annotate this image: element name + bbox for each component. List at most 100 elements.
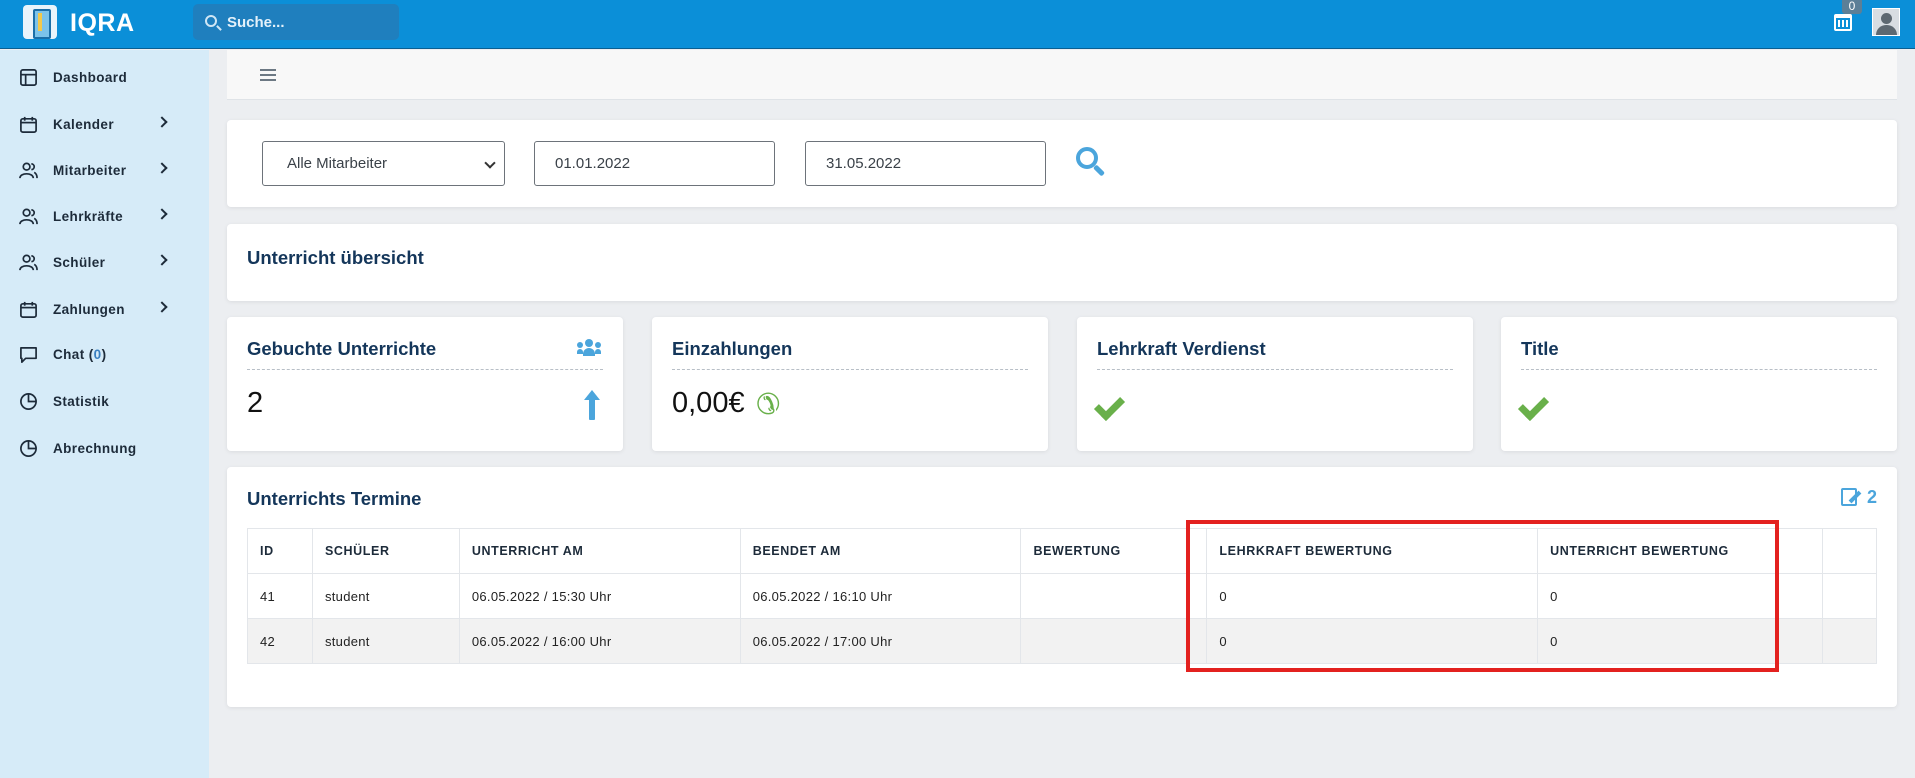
chevron-right-icon [156, 254, 168, 266]
sidebar: Dashboard Kalender Mitarbeiter Lehrkräft… [0, 50, 209, 778]
arrow-up-icon [583, 390, 601, 420]
calendar-icon[interactable] [1834, 14, 1852, 31]
stat-title: Lehrkraft Verdienst [1097, 338, 1266, 359]
table-cell: student [311, 618, 460, 664]
stat-card-deposits: Einzahlungen 0,00€ ✆ [652, 317, 1048, 451]
search-button[interactable] [1076, 147, 1106, 177]
table-cell: 0 [1537, 618, 1823, 664]
chat-label: Chat [53, 347, 85, 362]
sidebar-item-abrechnung[interactable]: Abrechnung [0, 429, 209, 469]
table-row[interactable]: 42 student 06.05.2022 / 16:00 Uhr 06.05.… [247, 618, 1878, 664]
chevron-right-icon [156, 301, 168, 313]
column-header [1821, 528, 1878, 574]
stat-value: 2 [247, 387, 264, 419]
search-box[interactable] [193, 4, 399, 40]
table-cell: 0 [1206, 573, 1539, 619]
chevron-right-icon [156, 208, 168, 220]
sidebar-item-chat[interactable]: Chat (0) [0, 335, 209, 375]
column-header[interactable]: SCHÜLER [311, 528, 460, 574]
sidebar-item-label: Mitarbeiter [53, 163, 127, 178]
content-menubar [227, 50, 1897, 100]
table-row[interactable]: 41 student 06.05.2022 / 15:30 Uhr 06.05.… [247, 573, 1878, 619]
dashboard-icon [20, 69, 37, 86]
overview-title: Unterricht übersicht [247, 247, 424, 268]
table-cell: 06.05.2022 / 16:00 Uhr [458, 618, 741, 664]
hamburger-menu-icon[interactable] [260, 69, 276, 81]
table-cell [1020, 618, 1208, 664]
stat-card-booked-lessons: Gebuchte Unterrichte 2 [227, 317, 623, 451]
stat-card-teacher-earnings: Lehrkraft Verdienst [1077, 317, 1473, 451]
column-header[interactable]: ID [247, 528, 313, 574]
column-header[interactable]: BEENDET AM [739, 528, 1022, 574]
pie-chart-icon [20, 393, 37, 410]
lessons-table-card: Unterrichts Termine 2 ID SCHÜLER UNTERRI… [227, 467, 1897, 707]
table-cell [1821, 573, 1878, 619]
stat-title: Einzahlungen [672, 338, 793, 359]
sidebar-item-lehrkraefte[interactable]: Lehrkräfte [0, 197, 209, 237]
sidebar-item-label: Dashboard [53, 70, 128, 85]
chevron-right-icon [156, 116, 168, 128]
calendar-badge: 0 [1842, 0, 1862, 14]
table-cell: 06.05.2022 / 15:30 Uhr [458, 573, 741, 619]
date-to-input[interactable]: 31.05.2022 [805, 141, 1046, 186]
table-cell: 42 [247, 618, 313, 664]
edit-count: 2 [1867, 487, 1878, 507]
users-icon [19, 162, 38, 179]
search-icon [205, 15, 217, 27]
pie-chart-icon [20, 440, 37, 457]
column-header[interactable]: UNTERRICHT BEWERTUNG [1537, 528, 1823, 574]
stat-title: Gebuchte Unterrichte [247, 338, 437, 359]
iqra-logo-icon[interactable] [23, 5, 57, 39]
search-input[interactable] [227, 4, 392, 40]
users-icon [577, 339, 601, 357]
chat-count: 0 [93, 347, 102, 362]
sidebar-item-kalender[interactable]: Kalender [0, 105, 209, 145]
calendar-icon [20, 116, 37, 133]
lessons-table: ID SCHÜLER UNTERRICHT AM BEENDET AM BEWE… [247, 528, 1878, 664]
users-icon [19, 208, 38, 225]
column-header[interactable]: LEHRKRAFT BEWERTUNG [1206, 528, 1539, 574]
column-header[interactable]: UNTERRICHT AM [458, 528, 741, 574]
sidebar-item-label: Abrechnung [53, 441, 137, 456]
check-icon [1521, 391, 1551, 413]
sidebar-item-label: Lehrkräfte [53, 209, 124, 224]
column-header[interactable]: BEWERTUNG [1020, 528, 1208, 574]
overview-card: Unterricht übersicht [227, 224, 1897, 301]
filter-card: Alle Mitarbeiter 01.01.2022 31.05.2022 [227, 120, 1897, 207]
calendar-icon [20, 301, 37, 318]
sidebar-item-zahlungen[interactable]: Zahlungen [0, 290, 209, 330]
stat-value: 0,00€ [672, 387, 745, 419]
employee-select[interactable]: Alle Mitarbeiter [262, 141, 505, 186]
table-cell: 0 [1206, 618, 1539, 664]
chevron-right-icon [156, 162, 168, 174]
table-cell: 06.05.2022 / 17:00 Uhr [739, 618, 1022, 664]
table-cell [1821, 618, 1878, 664]
sidebar-item-label: Schüler [53, 255, 106, 270]
table-cell [1020, 573, 1208, 619]
lessons-table-title: Unterrichts Termine [247, 488, 422, 509]
sidebar-item-label: Kalender [53, 117, 114, 132]
table-header-row: ID SCHÜLER UNTERRICHT AM BEENDET AM BEWE… [247, 528, 1878, 574]
stat-title: Title [1521, 338, 1559, 359]
table-cell: 06.05.2022 / 16:10 Uhr [739, 573, 1022, 619]
table-cell: 41 [247, 573, 313, 619]
sidebar-item-label: Chat (0) [53, 347, 107, 362]
table-cell: 0 [1537, 573, 1823, 619]
sidebar-item-statistik[interactable]: Statistik [0, 382, 209, 422]
phone-icon: ✆ [756, 389, 781, 421]
sidebar-item-label: Statistik [53, 394, 110, 409]
users-icon [19, 254, 38, 271]
sidebar-item-mitarbeiter[interactable]: Mitarbeiter [0, 151, 209, 191]
sidebar-item-dashboard[interactable]: Dashboard [0, 58, 209, 98]
edit-icon[interactable]: 2 [1841, 487, 1879, 507]
sidebar-item-schueler[interactable]: Schüler [0, 243, 209, 283]
table-cell: student [311, 573, 460, 619]
brand-name[interactable]: IQRA [70, 9, 135, 38]
user-avatar[interactable] [1872, 8, 1900, 36]
check-icon [1097, 391, 1127, 413]
chat-icon [20, 346, 37, 363]
date-from-input[interactable]: 01.01.2022 [534, 141, 775, 186]
top-navbar: IQRA 0 [0, 0, 1915, 49]
sidebar-item-label: Zahlungen [53, 302, 125, 317]
stat-card-title: Title [1501, 317, 1897, 451]
